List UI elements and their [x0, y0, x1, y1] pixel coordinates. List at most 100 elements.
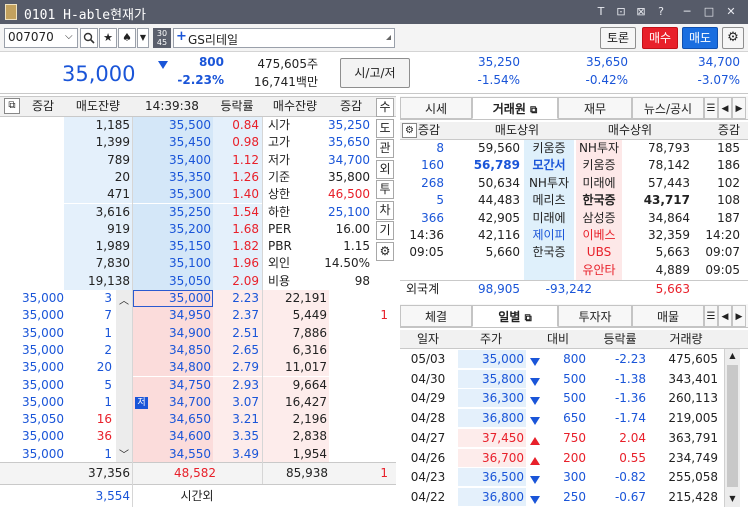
broker-sell-name[interactable] [524, 262, 574, 279]
ohl-toggle-button[interactable]: 시/고/저 [340, 58, 410, 88]
search-icon[interactable] [80, 28, 98, 48]
side-button[interactable]: 차 [376, 200, 394, 220]
bid-price[interactable]: 34,850 [133, 342, 211, 359]
ask-price[interactable]: 35,050 [133, 273, 211, 290]
menu-icon[interactable]: ☰ [704, 97, 718, 119]
broker-sell-name[interactable]: 모간서 [524, 157, 574, 174]
broker-sell-name[interactable]: 키움증 [524, 140, 574, 157]
bid-price[interactable]: 34,900 [133, 325, 211, 342]
broker-sell-name[interactable]: 미래에 [524, 210, 574, 227]
broker-sell-name[interactable]: 메리츠 [524, 192, 574, 209]
broker-buy-name[interactable]: 미래에 [576, 175, 622, 192]
up-arrow-icon [530, 454, 540, 468]
side-button[interactable]: 기 [376, 221, 394, 240]
tab-supply[interactable]: 매물 [632, 305, 704, 327]
broker-sell-name[interactable]: 한국증 [524, 244, 574, 261]
side-button[interactable]: 관 [376, 139, 394, 158]
prev-tab-icon[interactable]: ◀ [718, 97, 732, 119]
high-percent: -0.42% [585, 73, 628, 87]
gear-icon[interactable]: ⚙ [722, 27, 744, 49]
popout-icon[interactable]: ⧉ [525, 313, 532, 324]
broker-buy-name[interactable]: 키움증 [576, 157, 622, 174]
minimize-icon[interactable]: ─ [678, 4, 696, 20]
bell-icon[interactable]: ♠ [118, 28, 136, 48]
broker-buy-name[interactable]: 이베스 [576, 227, 622, 244]
bid-price[interactable]: 34,600 [133, 428, 211, 445]
side-button[interactable]: 외 [376, 159, 394, 179]
stock-code-input[interactable]: 007070 ⌵ [4, 28, 78, 48]
tab-broker[interactable]: 거래원 ⧉ [472, 97, 558, 119]
tab-investor[interactable]: 투자자 [558, 305, 632, 327]
tab-quote[interactable]: 시세 [400, 97, 472, 119]
bid-price[interactable]: 34,700 [133, 394, 211, 411]
ask-price[interactable]: 35,350 [133, 169, 211, 186]
ask-price[interactable]: 35,200 [133, 221, 211, 238]
col-ask-qty: 매도잔량 [75, 99, 121, 113]
bid-price[interactable]: 35,000 [133, 290, 211, 307]
broker-buy-name[interactable]: UBS [576, 244, 622, 261]
ask-price[interactable]: 35,100 [133, 255, 211, 272]
ask-price[interactable]: 35,450 [133, 134, 211, 151]
gear-icon[interactable]: ⚙ [402, 123, 417, 138]
gear-icon[interactable]: ⚙ [376, 241, 394, 261]
ask-price[interactable]: 35,400 [133, 152, 211, 169]
broker-buy-chg: 108 [717, 193, 740, 208]
menu-icon[interactable]: ☰ [704, 305, 718, 327]
close-icon[interactable]: ✕ [722, 4, 740, 20]
broker-buy-name[interactable]: 유안타 [576, 262, 622, 279]
ask-price[interactable]: 35,500 [133, 117, 211, 134]
bid-price[interactable]: 34,800 [133, 359, 211, 376]
add-icon[interactable]: + [176, 29, 187, 44]
scroll-thumb[interactable] [727, 365, 738, 487]
maximize-icon[interactable]: □ [700, 4, 718, 20]
ask-price[interactable]: 35,300 [133, 186, 211, 203]
tab-ticks[interactable]: 체결 [400, 305, 472, 327]
broker-sell-name[interactable]: NH투자 [524, 175, 574, 192]
prev-tab-icon[interactable]: ◀ [718, 305, 732, 327]
copy-icon[interactable]: ⧉ [4, 98, 20, 114]
down-arrow-icon [530, 414, 540, 428]
broker-sell-name[interactable]: 제이피 [524, 227, 574, 244]
star-icon[interactable]: ★ [99, 28, 117, 48]
bid-qty: 7,886 [292, 325, 327, 340]
chevron-down-icon[interactable]: ⌵ [65, 31, 73, 42]
popout-icon[interactable]: ⧉ [530, 105, 537, 116]
broker-buy-name[interactable]: 한국증 [576, 192, 622, 209]
side-button[interactable]: 수 [376, 98, 394, 117]
ask-price[interactable]: 35,250 [133, 204, 211, 221]
daily-scrollbar[interactable]: ▲ ▼ [724, 349, 740, 507]
pin-icon[interactable]: ⊠ [632, 4, 650, 20]
font-size-icon[interactable]: T [592, 4, 610, 20]
side-button[interactable]: 투 [376, 180, 394, 199]
dropdown-arrow-icon[interactable]: ▼ [137, 28, 149, 48]
stock-name-field[interactable]: + GS리테일 [173, 28, 395, 48]
tick-scrollbar[interactable] [116, 290, 132, 462]
scroll-up-icon[interactable]: ▲ [725, 349, 740, 363]
sell-button[interactable]: 매도 [682, 27, 718, 49]
tab-news[interactable]: 뉴스/공시 [632, 97, 704, 119]
bid-price[interactable]: 34,750 [133, 377, 211, 394]
broker-buy-name[interactable]: NH투자 [576, 140, 622, 157]
help-icon[interactable]: ? [652, 4, 670, 20]
toron-button[interactable]: 토론 [600, 27, 636, 49]
tab-broker-label: 거래원 [492, 102, 526, 116]
bid-price[interactable]: 34,650 [133, 411, 211, 428]
chevron-up-icon[interactable]: ︿ [116, 292, 132, 307]
bid-price[interactable]: 34,950 [133, 307, 211, 324]
open-price: 35,250 [478, 55, 520, 69]
next-tab-icon[interactable]: ▶ [732, 97, 746, 119]
link-icon[interactable]: ⊡ [612, 4, 630, 20]
broker-buy-name[interactable]: 삼성증 [576, 210, 622, 227]
buy-button[interactable]: 매수 [642, 27, 678, 49]
bid-rate: 2.79 [232, 360, 259, 375]
broker-buy-chg: 14:20 [705, 228, 740, 242]
next-tab-icon[interactable]: ▶ [732, 305, 746, 327]
app-icon [5, 4, 17, 20]
ask-price[interactable]: 35,150 [133, 238, 211, 255]
chevron-down-icon[interactable]: ﹀ [116, 446, 132, 461]
tab-finance[interactable]: 재무 [558, 97, 632, 119]
bid-price[interactable]: 34,550 [133, 446, 211, 463]
scroll-down-icon[interactable]: ▼ [725, 492, 740, 506]
side-button[interactable]: 도 [376, 118, 394, 138]
tab-daily[interactable]: 일별 ⧉ [472, 305, 558, 327]
